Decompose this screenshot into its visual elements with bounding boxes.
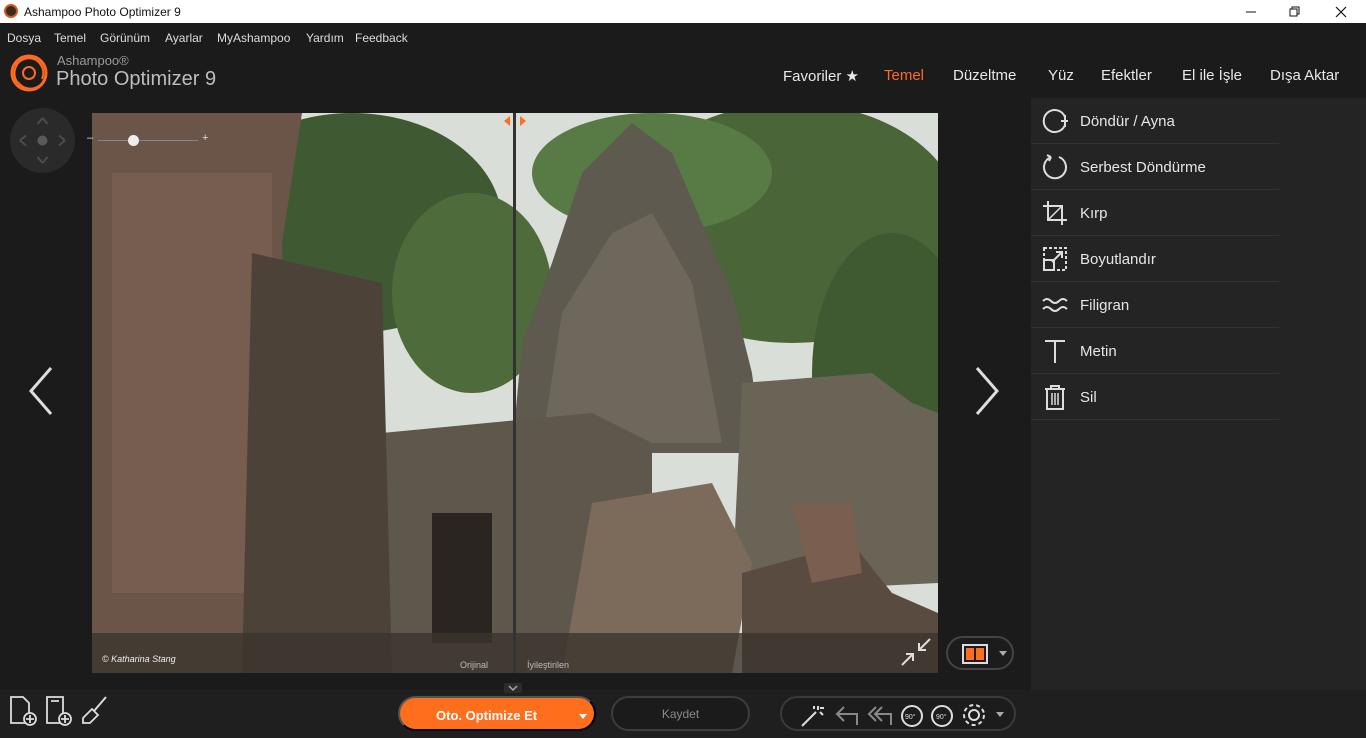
tool-watermark[interactable]: Filigran xyxy=(1031,282,1279,328)
optimized-label: İyileştirilen xyxy=(527,660,570,670)
svg-text:90°: 90° xyxy=(936,713,947,721)
undo-icon[interactable] xyxy=(834,703,860,727)
chevron-down-icon xyxy=(999,651,1007,656)
tool-delete[interactable]: Sil xyxy=(1031,374,1279,420)
resize-icon xyxy=(1043,247,1067,271)
auto-optimize-button[interactable]: Oto. Optimize Et xyxy=(398,696,596,731)
zoom-in-icon[interactable]: + xyxy=(202,132,208,144)
settings-gear-icon[interactable] xyxy=(960,702,988,728)
trash-icon xyxy=(1045,385,1065,410)
zoom-thumb[interactable] xyxy=(128,135,139,146)
tool-label: Serbest Döndürme xyxy=(1080,159,1206,176)
tool-label: Sil xyxy=(1080,389,1097,406)
expand-filmstrip-icon[interactable] xyxy=(504,683,522,693)
next-image-icon[interactable] xyxy=(972,365,1002,417)
edit-toolbar: 90° 90° xyxy=(780,696,1016,731)
zoom-track xyxy=(98,140,198,141)
menu-basic[interactable]: Temel xyxy=(54,31,86,45)
menu-myashampoo[interactable]: MyAshampoo xyxy=(217,31,290,45)
nav-manual[interactable]: El ile İşle xyxy=(1182,67,1242,84)
save-button[interactable]: Kaydet xyxy=(611,696,750,731)
compare-divider[interactable] xyxy=(513,113,516,673)
menu-bar: Dosya Temel Görünüm Ayarlar MyAshampoo Y… xyxy=(0,23,1366,51)
magic-wand-icon[interactable] xyxy=(798,702,826,728)
nav-export[interactable]: Dışa Aktar xyxy=(1270,67,1339,84)
nav-basic[interactable]: Temel xyxy=(884,67,924,84)
tool-label: Filigran xyxy=(1080,297,1130,314)
minimize-button[interactable] xyxy=(1228,0,1274,23)
divider-handle-icon[interactable] xyxy=(502,115,528,127)
brand-logo: Ashampoo® Photo Optimizer 9 xyxy=(8,52,248,96)
nav-effects[interactable]: Efektler xyxy=(1101,67,1152,84)
app-icon xyxy=(4,4,18,18)
ashampoo-logo-icon xyxy=(10,54,48,92)
pan-arrows-icon xyxy=(19,117,66,164)
window-title: Ashampoo Photo Optimizer 9 xyxy=(24,5,181,19)
tool-text[interactable]: Metin xyxy=(1031,328,1279,374)
menu-file[interactable]: Dosya xyxy=(7,31,41,45)
tool-panel: Döndür / Ayna Serbest Döndürme Kırp Boyu… xyxy=(1031,98,1366,690)
minimize-icon xyxy=(1246,11,1256,12)
rotate-right-icon[interactable]: 90° xyxy=(928,702,956,728)
nav-favorites[interactable]: Favoriler ★ xyxy=(783,67,859,85)
fit-view-icon[interactable] xyxy=(900,637,932,667)
watermark-icon xyxy=(1042,298,1068,312)
undo-all-icon[interactable] xyxy=(866,703,894,727)
previous-image-icon[interactable] xyxy=(26,365,56,417)
tool-resize[interactable]: Boyutlandır xyxy=(1031,236,1279,282)
chevron-down-icon[interactable] xyxy=(578,713,588,720)
free-rotate-icon xyxy=(1043,154,1067,180)
nav-correction[interactable]: Düzeltme xyxy=(953,67,1016,84)
brand-small: Ashampoo® xyxy=(57,53,129,68)
compare-mode-toggle[interactable] xyxy=(946,636,1014,670)
add-folder-icon[interactable] xyxy=(44,695,74,727)
tool-free-rotate[interactable]: Serbest Döndürme xyxy=(1031,144,1279,190)
image-viewer[interactable]: © Katharina Stang Orijinal İyileştirilen xyxy=(92,113,938,673)
tool-label: Kırp xyxy=(1080,205,1108,222)
title-bar: Ashampoo Photo Optimizer 9 xyxy=(0,0,1366,23)
chevron-down-icon[interactable] xyxy=(995,711,1005,719)
nav-face[interactable]: Yüz xyxy=(1048,67,1074,84)
pan-control[interactable] xyxy=(10,108,75,173)
tool-crop[interactable]: Kırp xyxy=(1031,190,1279,236)
crop-icon xyxy=(1043,201,1067,225)
svg-text:90°: 90° xyxy=(905,713,916,721)
auto-optimize-label: Oto. Optimize Et xyxy=(436,708,538,723)
close-button[interactable] xyxy=(1318,0,1364,23)
restore-button[interactable] xyxy=(1272,0,1318,23)
rotate-mirror-icon xyxy=(1042,109,1068,133)
add-file-icon[interactable] xyxy=(8,695,38,727)
restore-icon xyxy=(1289,6,1300,16)
zoom-slider[interactable]: – + xyxy=(86,132,214,148)
menu-settings[interactable]: Ayarlar xyxy=(165,31,203,45)
menu-help[interactable]: Yardım xyxy=(306,31,344,45)
menu-feedback[interactable]: Feedback xyxy=(355,31,408,45)
rotate-left-icon[interactable]: 90° xyxy=(898,702,926,728)
tool-rotate-mirror[interactable]: Döndür / Ayna xyxy=(1031,98,1279,144)
brush-clear-icon[interactable] xyxy=(80,695,110,727)
photo-credit: © Katharina Stang xyxy=(102,654,176,664)
tool-label: Metin xyxy=(1080,343,1117,360)
zoom-out-icon[interactable]: – xyxy=(87,132,93,144)
tool-label: Döndür / Ayna xyxy=(1080,113,1175,130)
text-icon xyxy=(1045,340,1065,363)
original-label: Orijinal xyxy=(460,660,489,670)
split-view-icon xyxy=(962,644,988,664)
tool-label: Boyutlandır xyxy=(1080,251,1156,268)
close-icon xyxy=(1335,6,1347,17)
menu-view[interactable]: Görünüm xyxy=(100,31,150,45)
brand-title: Photo Optimizer 9 xyxy=(56,68,217,90)
save-label: Kaydet xyxy=(661,706,700,721)
